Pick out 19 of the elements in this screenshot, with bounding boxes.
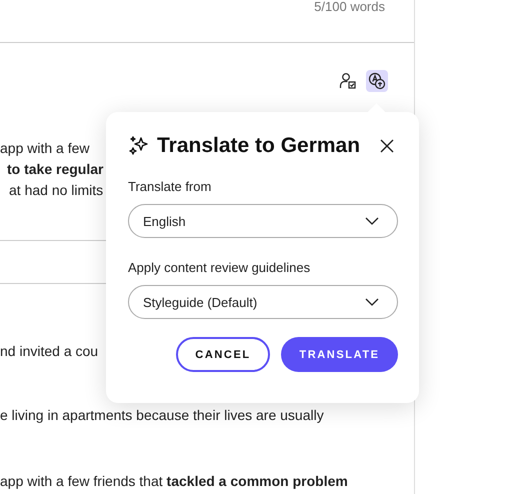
dropdown[interactable]: Styleguide (Default) <box>128 285 398 319</box>
close-icon[interactable] <box>380 139 394 153</box>
paragraph-line: at had no limits <box>8 181 104 200</box>
paragraph-line: app with a few friends that tackled a common problem <box>0 472 348 491</box>
paragraph-line: app with a few <box>0 139 90 158</box>
field-label: Translate from <box>128 179 212 195</box>
chevron-icon <box>365 217 379 225</box>
word-count: 5/100 words <box>314 0 385 16</box>
popover-title: Translate to German <box>157 134 360 158</box>
cancel-button[interactable]: CANCEL <box>176 337 270 372</box>
paragraph-line: e living in apartments because their lives are usually <box>0 406 324 425</box>
chevron-icon <box>365 298 379 306</box>
field-label: Apply content review guidelines <box>128 260 312 276</box>
translate-button[interactable] <box>366 70 388 92</box>
sparkles-icon <box>128 135 150 157</box>
paragraph-line: nd invited a cou <box>0 342 98 361</box>
dropdown[interactable]: English <box>128 204 398 238</box>
translate-button[interactable]: TRANSLATE <box>281 337 398 372</box>
paragraph-line: to take regular <box>6 160 104 179</box>
